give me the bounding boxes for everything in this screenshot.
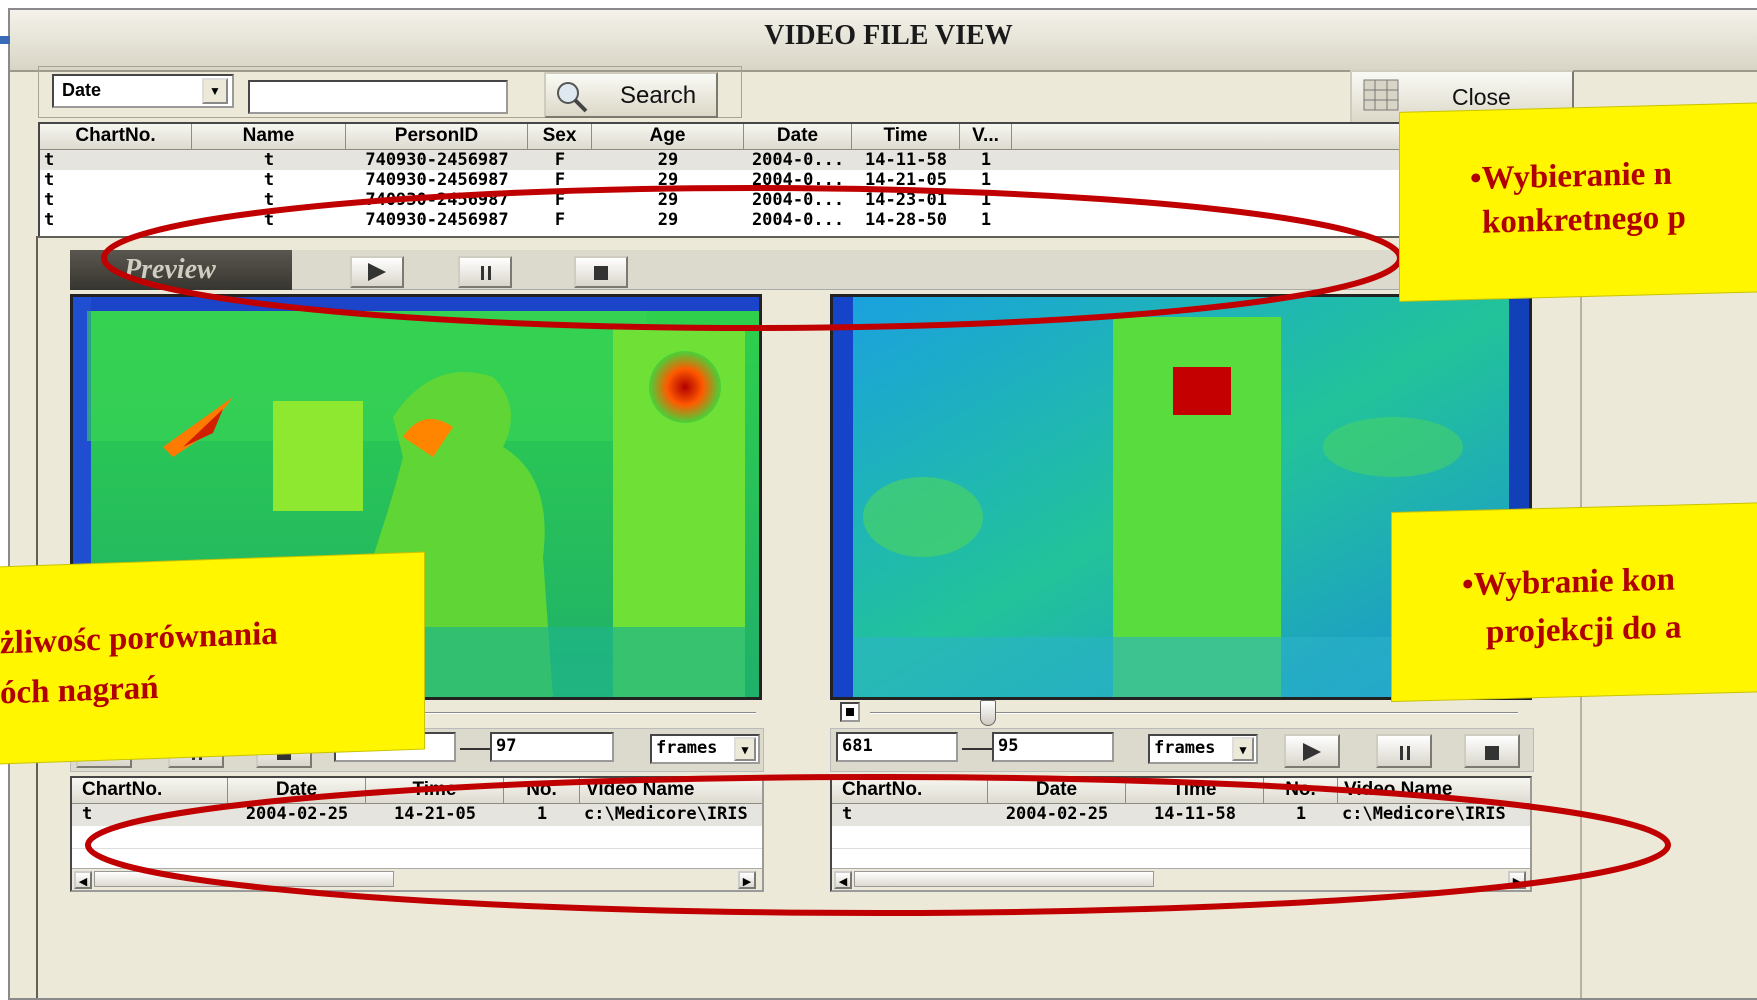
annotation-left-line-2: óch nagrań [0, 669, 159, 712]
records-highlight-ellipse [101, 185, 1403, 331]
annotation-top-right-line-2: konkretnego p [1482, 199, 1686, 241]
annotation-left: żliwośc porównania óch nagrań [0, 552, 424, 764]
annotation-left-line-1: żliwośc porównania [0, 615, 278, 662]
annotation-right-line-1: •Wybranie kon [1462, 561, 1675, 604]
annotation-right-line-2: projekcji do a [1486, 609, 1682, 651]
annotation-right: •Wybranie kon projekcji do a [1392, 503, 1757, 701]
controls-highlight-ellipse [85, 774, 1671, 916]
annotation-top-right-line-1: •Wybieranie n [1470, 155, 1672, 198]
annotation-top-right: •Wybieranie n konkretnego p [1400, 103, 1757, 301]
